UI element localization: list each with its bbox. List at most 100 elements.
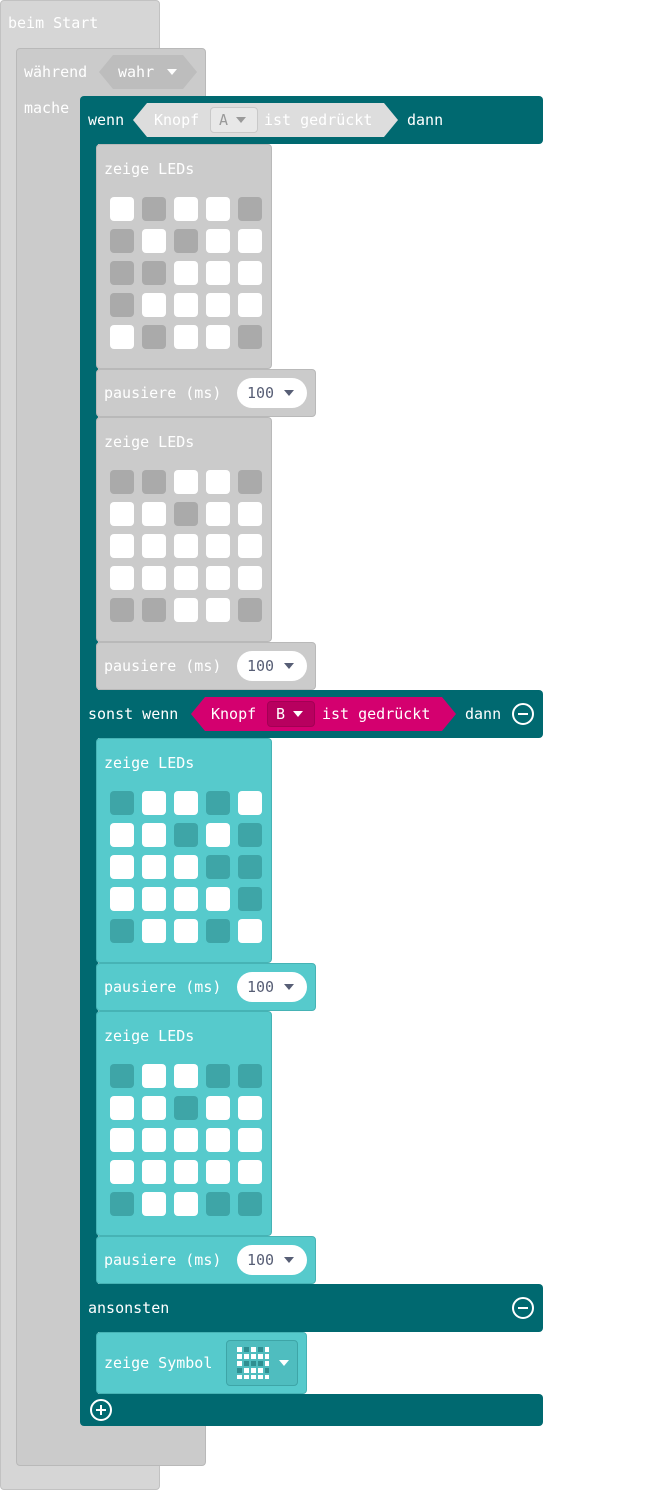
led-off[interactable] [110,325,134,349]
led-off[interactable] [110,1160,134,1184]
led-on[interactable] [174,229,198,253]
led-on[interactable] [238,887,262,911]
led-on[interactable] [206,919,230,943]
led-off[interactable] [206,566,230,590]
led-grid[interactable] [110,470,262,622]
led-off[interactable] [174,791,198,815]
led-on[interactable] [238,470,262,494]
button-a-dropdown[interactable]: A [210,107,258,133]
led-off[interactable] [174,1064,198,1088]
led-off[interactable] [110,1128,134,1152]
led-on[interactable] [206,791,230,815]
led-off[interactable] [174,919,198,943]
led-off[interactable] [206,229,230,253]
led-off[interactable] [110,534,134,558]
led-off[interactable] [142,534,166,558]
led-on[interactable] [142,470,166,494]
pause-duration-dropdown[interactable]: 100 [237,378,307,408]
led-on[interactable] [110,293,134,317]
led-off[interactable] [206,1160,230,1184]
led-off[interactable] [142,855,166,879]
led-off[interactable] [142,791,166,815]
led-off[interactable] [206,261,230,285]
led-off[interactable] [206,197,230,221]
led-off[interactable] [238,791,262,815]
led-on[interactable] [206,1192,230,1216]
led-on[interactable] [142,197,166,221]
led-off[interactable] [238,229,262,253]
led-on[interactable] [142,261,166,285]
led-off[interactable] [174,325,198,349]
led-off[interactable] [110,823,134,847]
led-off[interactable] [110,887,134,911]
led-off[interactable] [206,598,230,622]
led-off[interactable] [206,1128,230,1152]
led-off[interactable] [142,566,166,590]
led-off[interactable] [110,566,134,590]
led-off[interactable] [174,887,198,911]
led-on[interactable] [110,919,134,943]
led-off[interactable] [174,1192,198,1216]
led-off[interactable] [238,1160,262,1184]
led-off[interactable] [174,1128,198,1152]
led-off[interactable] [206,1096,230,1120]
led-on[interactable] [110,1064,134,1088]
led-off[interactable] [142,1128,166,1152]
led-on[interactable] [238,823,262,847]
led-on[interactable] [174,823,198,847]
led-on[interactable] [238,325,262,349]
led-grid[interactable] [110,197,262,349]
led-on[interactable] [206,1064,230,1088]
led-off[interactable] [174,534,198,558]
add-branch-icon[interactable] [90,1399,112,1421]
led-off[interactable] [238,261,262,285]
led-off[interactable] [174,293,198,317]
led-on[interactable] [142,325,166,349]
led-grid[interactable] [110,1064,262,1216]
led-off[interactable] [174,470,198,494]
led-off[interactable] [206,887,230,911]
pause-duration-dropdown[interactable]: 100 [237,1245,307,1275]
icon-picker-dropdown[interactable] [226,1340,298,1386]
led-off[interactable] [174,566,198,590]
led-grid[interactable] [110,791,262,943]
led-off[interactable] [174,855,198,879]
led-off[interactable] [174,197,198,221]
led-off[interactable] [206,534,230,558]
pause-duration-dropdown[interactable]: 100 [237,651,307,681]
led-off[interactable] [238,534,262,558]
led-off[interactable] [238,502,262,526]
led-off[interactable] [142,1064,166,1088]
led-on[interactable] [238,855,262,879]
led-on[interactable] [238,1064,262,1088]
led-off[interactable] [110,855,134,879]
pause-duration-dropdown[interactable]: 100 [237,972,307,1002]
led-off[interactable] [174,261,198,285]
led-off[interactable] [206,502,230,526]
led-off[interactable] [206,823,230,847]
led-on[interactable] [110,598,134,622]
led-on[interactable] [142,598,166,622]
led-on[interactable] [174,1096,198,1120]
led-off[interactable] [174,1160,198,1184]
led-off[interactable] [238,1128,262,1152]
led-off[interactable] [110,197,134,221]
led-off[interactable] [238,566,262,590]
led-off[interactable] [142,919,166,943]
led-on[interactable] [174,502,198,526]
led-off[interactable] [142,229,166,253]
led-on[interactable] [110,791,134,815]
led-on[interactable] [238,598,262,622]
led-off[interactable] [206,325,230,349]
led-on[interactable] [110,470,134,494]
led-off[interactable] [142,1160,166,1184]
led-off[interactable] [206,470,230,494]
led-off[interactable] [142,887,166,911]
led-off[interactable] [238,1096,262,1120]
led-off[interactable] [110,502,134,526]
led-off[interactable] [110,1096,134,1120]
remove-else-icon[interactable] [512,1297,534,1319]
button-b-dropdown[interactable]: B [267,701,315,727]
led-off[interactable] [142,293,166,317]
led-on[interactable] [238,197,262,221]
